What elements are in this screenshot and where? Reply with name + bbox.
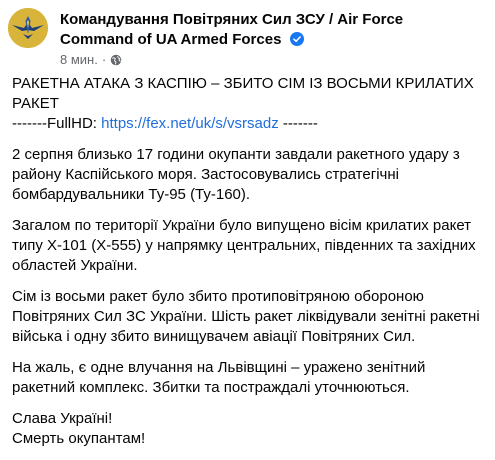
- paragraph-3-line3: війська і одну збито винищувачем авіації…: [12, 328, 416, 345]
- paragraph-3-line1: Сім із восьми ракет було збито протипові…: [12, 288, 424, 305]
- post-paragraph-4: На жаль, є одне влучання на Львівщині – …: [12, 358, 488, 398]
- paragraph-2-line2: типу Х-101 (Х-555) у напрямку центральни…: [12, 237, 476, 254]
- post-headline: РАКЕТНА АТАКА З КАСПІЮ – ЗБИТО СІМ ІЗ ВО…: [12, 74, 488, 134]
- paragraph-2-line3: областей України.: [12, 257, 138, 274]
- paragraph-4-line2: ракетний комплекс. Збитки та постраждалі…: [12, 379, 410, 396]
- paragraph-1-line1: 2 серпня близько 17 години окупанти завд…: [12, 146, 460, 163]
- page-name-link[interactable]: Командування Повітряних Сил ЗСУ / Air Fo…: [60, 10, 403, 50]
- headline-line1: РАКЕТНА АТАКА З КАСПІЮ – ЗБИТО СІМ ІЗ ВО…: [12, 75, 474, 92]
- paragraph-1-line3: бомбардувальники Ту-95 (Ту-160).: [12, 186, 251, 203]
- post-paragraph-3: Сім із восьми ракет було збито протипові…: [12, 287, 488, 347]
- verified-badge-icon: [289, 32, 304, 46]
- page-name-line1[interactable]: Командування Повітряних Сил ЗСУ / Air Fo…: [60, 11, 403, 28]
- page-avatar[interactable]: [8, 8, 48, 48]
- paragraph-3-line2: Повітряних Сил ЗС України. Шість ракет л…: [12, 308, 480, 325]
- globe-icon: [110, 54, 122, 66]
- paragraph-5-line1: Слава Україні!: [12, 410, 113, 427]
- separator-dot: ·: [101, 52, 107, 67]
- fullhd-suffix: -------: [278, 115, 318, 132]
- facebook-post: Командування Повітряних Сил ЗСУ / Air Fo…: [0, 0, 495, 447]
- post-content: РАКЕТНА АТАКА З КАСПІЮ – ЗБИТО СІМ ІЗ ВО…: [12, 74, 488, 460]
- post-paragraph-5: Слава Україні! Смерть окупантам!: [12, 409, 488, 449]
- air-force-emblem-icon: [8, 8, 48, 48]
- post-meta: Командування Повітряних Сил ЗСУ / Air Fo…: [60, 10, 403, 68]
- headline-line2: РАКЕТ: [12, 95, 59, 112]
- fullhd-prefix: -------FullHD:: [12, 115, 102, 132]
- paragraph-4-line1: На жаль, є одне влучання на Львівщині – …: [12, 359, 426, 376]
- post-timestamp[interactable]: 8 мин.: [60, 52, 98, 68]
- post-paragraph-2: Загалом по території України було випуще…: [12, 216, 488, 276]
- fullhd-link[interactable]: https://fex.net/uk/s/vsrsadz: [101, 115, 279, 132]
- post-header: Командування Повітряних Сил ЗСУ / Air Fo…: [8, 8, 403, 68]
- paragraph-5-line2: Смерть окупантам!: [12, 430, 146, 447]
- post-paragraph-1: 2 серпня близько 17 години окупанти завд…: [12, 145, 488, 205]
- paragraph-2-line1: Загалом по території України було випуще…: [12, 217, 472, 234]
- page-name-line2[interactable]: Command of UA Armed Forces: [60, 31, 281, 48]
- paragraph-1-line2: району Каспійського моря. Застосовувалис…: [12, 166, 399, 183]
- post-subline: 8 мин. ·: [60, 52, 403, 68]
